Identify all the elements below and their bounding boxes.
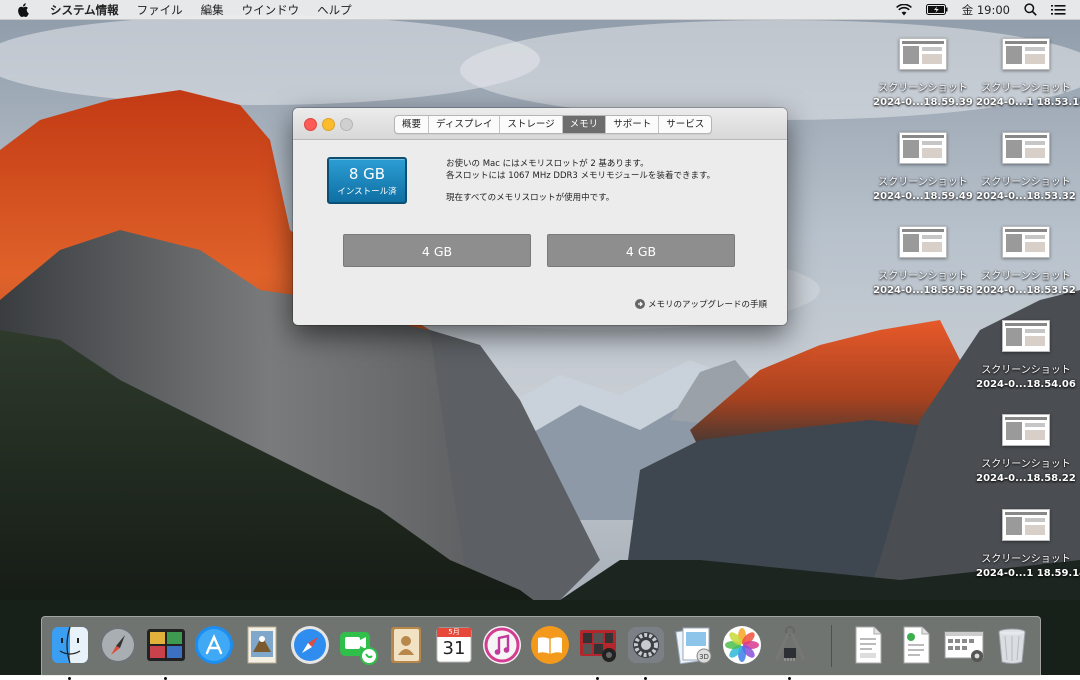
screenshot-thumbnail-icon (1002, 320, 1050, 352)
menu-help[interactable]: ヘルプ (308, 2, 361, 18)
memory-info-line2: 各スロットには 1067 MHz DDR3 メモリモジュールを装着できます。 (446, 171, 716, 181)
tab-support[interactable]: サポート (605, 116, 658, 133)
file-label-line2: 2024-0...1 18.53.15 (976, 97, 1080, 108)
calendar-month: 5月 (448, 628, 460, 636)
system-information-icon[interactable] (769, 624, 811, 680)
facetime-icon[interactable] (337, 624, 379, 666)
contacts-icon[interactable] (385, 624, 427, 666)
menu-window[interactable]: ウインドウ (233, 2, 309, 18)
tab-memory[interactable]: メモリ (561, 116, 606, 133)
memory-info-line3: 現在すべてのメモリスロットが使用中です。 (446, 193, 615, 203)
photos-icon[interactable] (721, 624, 763, 666)
desktop-file-screenshot[interactable]: スクリーンショット 2024-0...18.59.39 (873, 38, 973, 110)
memory-installed-label: インストール済 (337, 187, 397, 197)
dock: 5月 31 3D (41, 616, 1041, 680)
system-preferences-icon[interactable] (625, 624, 667, 680)
file-label-line1: スクリーンショット (981, 177, 1071, 188)
preview-icon[interactable] (241, 624, 283, 666)
memory-slot-2: 4 GB (547, 234, 735, 267)
file-label-line2: 2024-0...18.59.58 (873, 285, 973, 296)
ibooks-icon[interactable] (529, 624, 571, 666)
memory-upgrade-link-label: メモリのアップグレードの手順 (647, 300, 767, 310)
calendar-day: 31 (442, 638, 466, 659)
tab-storage[interactable]: ストレージ (499, 116, 561, 133)
app-store-icon[interactable] (193, 624, 235, 666)
screenshot-thumbnail-icon (1002, 414, 1050, 446)
window-titlebar[interactable]: 概要 ディスプレイ ストレージ メモリ サポート サービス (293, 108, 787, 140)
screenshot-thumbnail-icon (1002, 226, 1050, 258)
launchpad-icon[interactable] (97, 624, 139, 666)
desktop-file-screenshot[interactable]: スクリーンショット 2024-0...1 18.53.15 (976, 38, 1080, 110)
desktop-file-screenshot[interactable]: スクリーンショット 2024-0...18.59.49 (873, 132, 973, 204)
file-label-line1: スクリーンショット (878, 271, 968, 282)
trash-icon[interactable] (991, 624, 1033, 666)
menubar-clock[interactable]: 金 19:00 (962, 2, 1010, 18)
tab-display[interactable]: ディスプレイ (428, 116, 499, 133)
list-icon[interactable] (1051, 4, 1066, 16)
screenshot-thumbnail-icon (1002, 38, 1050, 70)
file-label-line2: 2024-0...18.53.52 (976, 285, 1076, 296)
apple-icon[interactable] (14, 1, 32, 19)
photo-booth-icon[interactable] (145, 624, 187, 680)
wifi-icon[interactable] (895, 3, 912, 16)
menu-bar: システム情報 ファイル 編集 ウインドウ ヘルプ 金 19:00 (0, 0, 1080, 20)
zoom-button[interactable] (340, 118, 353, 131)
screenshot-thumbnail-icon (899, 132, 947, 164)
desktop-file-screenshot[interactable]: スクリーンショット 2024-0...18.53.52 (976, 226, 1076, 298)
screenshot-icon[interactable] (943, 624, 985, 666)
menu-file[interactable]: ファイル (128, 2, 192, 18)
file-label-line2: 2024-0...18.53.32 (976, 191, 1076, 202)
dock-separator (831, 625, 832, 667)
menu-edit[interactable]: 編集 (192, 2, 233, 18)
desktop-file-screenshot[interactable]: スクリーンショット 2024-0...18.58.22 (976, 414, 1076, 486)
file-label-line1: スクリーンショット (981, 554, 1071, 565)
document-icon[interactable] (895, 624, 937, 666)
memory-slot-1: 4 GB (343, 234, 531, 267)
finder-icon[interactable] (49, 624, 91, 680)
file-label-line2: 2024-0...18.58.22 (976, 473, 1076, 484)
tab-bar: 概要 ディスプレイ ストレージ メモリ サポート サービス (394, 115, 713, 134)
preview-icon[interactable]: 3D (673, 624, 715, 666)
document-icon[interactable] (847, 624, 889, 666)
desktop-file-screenshot[interactable]: スクリーンショット 2024-0...18.54.06 (976, 320, 1076, 392)
file-label-line2: 2024-0...18.54.06 (976, 379, 1076, 390)
desktop-file-screenshot[interactable]: スクリーンショット 2024-0...1 18.59.14 (976, 509, 1080, 581)
memory-total: 8 GB (348, 165, 386, 183)
calendar-icon[interactable]: 5月 31 (433, 624, 475, 666)
file-label-line1: スクリーンショット (981, 271, 1071, 282)
file-label-line1: スクリーンショット (878, 83, 968, 94)
tab-overview[interactable]: 概要 (395, 116, 428, 133)
photo-booth-icon[interactable] (577, 624, 619, 680)
minimize-button[interactable] (322, 118, 335, 131)
battery-icon[interactable] (925, 4, 948, 15)
tab-service[interactable]: サービス (658, 116, 711, 133)
system-information-window: 概要 ディスプレイ ストレージ メモリ サポート サービス 8 GB インストー… (293, 108, 787, 325)
file-label-line1: スクリーンショット (981, 365, 1071, 376)
desktop-file-screenshot[interactable]: スクリーンショット 2024-0...18.59.58 (873, 226, 973, 298)
safari-icon[interactable] (289, 624, 331, 666)
screenshot-thumbnail-icon (899, 226, 947, 258)
screenshot-thumbnail-icon (1002, 509, 1050, 541)
menu-app-name[interactable]: システム情報 (46, 2, 128, 18)
file-label-line1: スクリーンショット (981, 459, 1071, 470)
memory-upgrade-link[interactable]: メモリのアップグレードの手順 (634, 298, 767, 310)
file-label-line1: スクリーンショット (878, 177, 968, 188)
file-label-line2: 2024-0...18.59.49 (873, 191, 973, 202)
svg-text:3D: 3D (699, 653, 709, 661)
memory-panel: 8 GB インストール済 お使いの Mac にはメモリスロットが 2 基あります… (293, 140, 787, 325)
search-icon[interactable] (1024, 3, 1037, 16)
desktop-file-screenshot[interactable]: スクリーンショット 2024-0...18.53.32 (976, 132, 1076, 204)
itunes-icon[interactable] (481, 624, 523, 666)
file-label-line2: 2024-0...18.59.39 (873, 97, 973, 108)
screenshot-thumbnail-icon (899, 38, 947, 70)
close-button[interactable] (304, 118, 317, 131)
memory-total-badge: 8 GB インストール済 (327, 157, 407, 204)
file-label-line2: 2024-0...1 18.59.14 (976, 568, 1080, 579)
memory-info-line1: お使いの Mac にはメモリスロットが 2 基あります。 (446, 159, 649, 169)
file-label-line1: スクリーンショット (981, 83, 1071, 94)
screenshot-thumbnail-icon (1002, 132, 1050, 164)
arrow-right-circle-icon (634, 299, 645, 309)
